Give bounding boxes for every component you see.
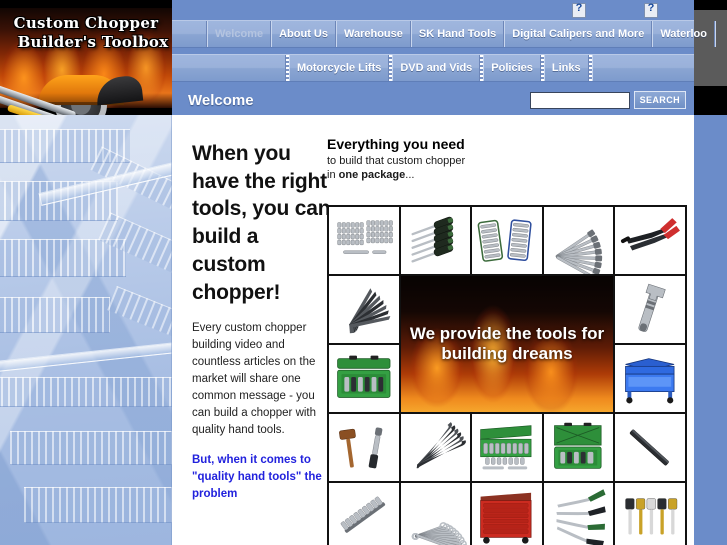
promo-sub-post: ... xyxy=(405,169,415,182)
search-area: SEARCH xyxy=(529,91,686,109)
nav-separator xyxy=(713,21,716,47)
fire-overlay-banner: We provide the tools for building dreams xyxy=(400,276,616,414)
broken-image-icon-1[interactable] xyxy=(572,2,586,18)
product-cell-pry-bar[interactable] xyxy=(615,414,687,483)
broken-image-icon-2[interactable] xyxy=(644,2,658,18)
banner-title: Custom Chopper Builder's Toolbox xyxy=(0,14,172,51)
product-cell-socket-rail[interactable] xyxy=(329,483,401,545)
product-cell-hammer-and-torque-wrench[interactable] xyxy=(329,414,401,483)
nav-item-policies[interactable]: Policies xyxy=(484,55,540,81)
nav-item-sk-hand-tools[interactable]: SK Hand Tools xyxy=(412,21,503,47)
fire-overlay-text: We provide the tools for building dreams xyxy=(409,323,605,363)
nav-item-warehouse[interactable]: Warehouse xyxy=(337,21,410,47)
right-gutter-top xyxy=(694,0,727,10)
product-cell-blue-utility-cart[interactable] xyxy=(615,345,687,414)
nav-item-links[interactable]: Links xyxy=(545,55,588,81)
promo-sub-pre: in xyxy=(327,169,339,182)
product-cell-adjustable-wrench[interactable] xyxy=(615,276,687,345)
product-cell-hex-key-holders[interactable] xyxy=(472,207,544,276)
sidebar-warehouse-graphic xyxy=(0,115,172,545)
nav-row-filler xyxy=(593,55,694,81)
product-cell-green-socket-case[interactable] xyxy=(472,414,544,483)
promo-sub-line1: to build that custom chopper xyxy=(327,155,466,168)
banner-title-line1: Custom Chopper xyxy=(13,14,159,32)
page-root: Custom Chopper Builder's Toolbox Welcome… xyxy=(0,0,727,545)
product-cell-green-bit-case[interactable] xyxy=(543,414,616,483)
promo-headline: Everything you need xyxy=(327,136,465,152)
nav-item-welcome: Welcome xyxy=(215,28,264,40)
header: Welcome About UsWarehouseSK Hand ToolsDig… xyxy=(172,0,716,115)
right-gutter-blue xyxy=(694,115,727,545)
nav-item-about-us[interactable]: About Us xyxy=(272,21,335,47)
primary-nav-row: Welcome About Us Warehouse SK Hand Tools Dig… xyxy=(172,20,716,48)
copy-column: When you have the right tools, you can b… xyxy=(192,140,332,516)
product-cell-red-tool-cabinet[interactable] xyxy=(472,483,544,545)
banner-title-line2: Builder's Toolbox xyxy=(17,32,169,51)
intro-paragraph: Every custom chopper building video and … xyxy=(192,322,317,437)
right-gutter-bottom xyxy=(694,86,727,115)
product-cell-hammer-set[interactable] xyxy=(615,483,687,545)
header-top-strip xyxy=(172,0,694,20)
nav-item-dvd-and-vids[interactable]: DVD and Vids xyxy=(393,55,479,81)
product-cell-combination-wrench-set[interactable] xyxy=(400,483,473,545)
chopper-motorcycle-illustration xyxy=(0,70,172,115)
nav-item-motorcycle-lifts[interactable]: Motorcycle Lifts xyxy=(290,55,388,81)
promo-subline: to build that custom chopper in one pack… xyxy=(327,154,687,182)
nav-item-waterloo[interactable]: Waterloo xyxy=(653,21,714,47)
product-cell-green-case-tool-set[interactable] xyxy=(329,345,401,414)
product-cell-wire-stripper-pliers[interactable] xyxy=(615,207,687,276)
site-banner[interactable]: Custom Chopper Builder's Toolbox xyxy=(0,0,172,115)
main-content: When you have the right tools, you can b… xyxy=(172,115,694,545)
page-title-bar: Welcome SEARCH xyxy=(172,86,694,115)
promo-sub-bold: one package xyxy=(338,169,406,182)
search-button[interactable]: SEARCH xyxy=(633,91,686,109)
product-cell-extension-bar-set[interactable] xyxy=(543,207,616,276)
search-input[interactable] xyxy=(529,91,630,109)
product-cell-socket-set-tray[interactable] xyxy=(329,207,401,276)
secondary-nav-row: Motorcycle Lifts DVD and Vids Policies Link… xyxy=(172,54,694,82)
product-cell-screwdriver-set[interactable] xyxy=(400,207,473,276)
promo-heading-block: Everything you need to build that custom… xyxy=(327,136,687,183)
nav-item-digital-calipers-and-more[interactable]: Digital Calipers and More xyxy=(505,21,651,47)
page-title: Welcome xyxy=(188,92,254,109)
product-cell-pliers-set[interactable] xyxy=(543,483,616,545)
highlight-paragraph: But, when it comes to "quality hand tool… xyxy=(192,454,322,501)
product-cell-hex-key-fan[interactable] xyxy=(329,276,401,345)
product-cell-long-hex-key-set[interactable] xyxy=(400,414,473,483)
product-image-grid: We provide the tools for building dreams xyxy=(327,205,687,545)
main-headline: When you have the right tools, you can b… xyxy=(192,142,331,304)
